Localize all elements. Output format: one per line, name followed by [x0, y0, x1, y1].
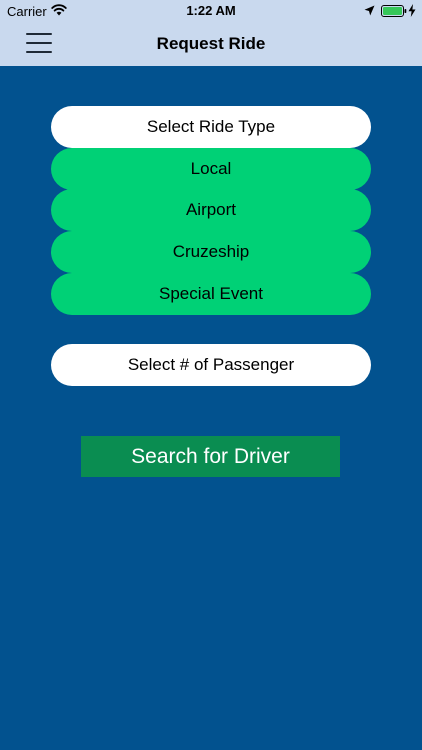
ride-option-cruzeship[interactable]: Cruzeship — [51, 231, 371, 273]
select-passenger-button[interactable]: Select # of Passenger — [51, 344, 371, 386]
top-bar: Carrier 1:22 AM Request Ride — [0, 0, 422, 66]
ride-option-local[interactable]: Local — [51, 148, 371, 190]
location-arrow-icon — [364, 5, 375, 16]
page-title: Request Ride — [156, 34, 266, 53]
select-ride-type-button[interactable]: Select Ride Type — [51, 106, 371, 148]
search-for-driver-button[interactable]: Search for Driver — [81, 436, 340, 477]
ride-option-special-event[interactable]: Special Event — [51, 273, 371, 315]
ride-option-airport[interactable]: Airport — [51, 189, 371, 231]
battery-icon — [381, 5, 407, 17]
status-bar: Carrier 1:22 AM — [0, 0, 422, 22]
charging-bolt-icon — [408, 4, 416, 17]
status-time: 1:22 AM — [186, 3, 236, 18]
